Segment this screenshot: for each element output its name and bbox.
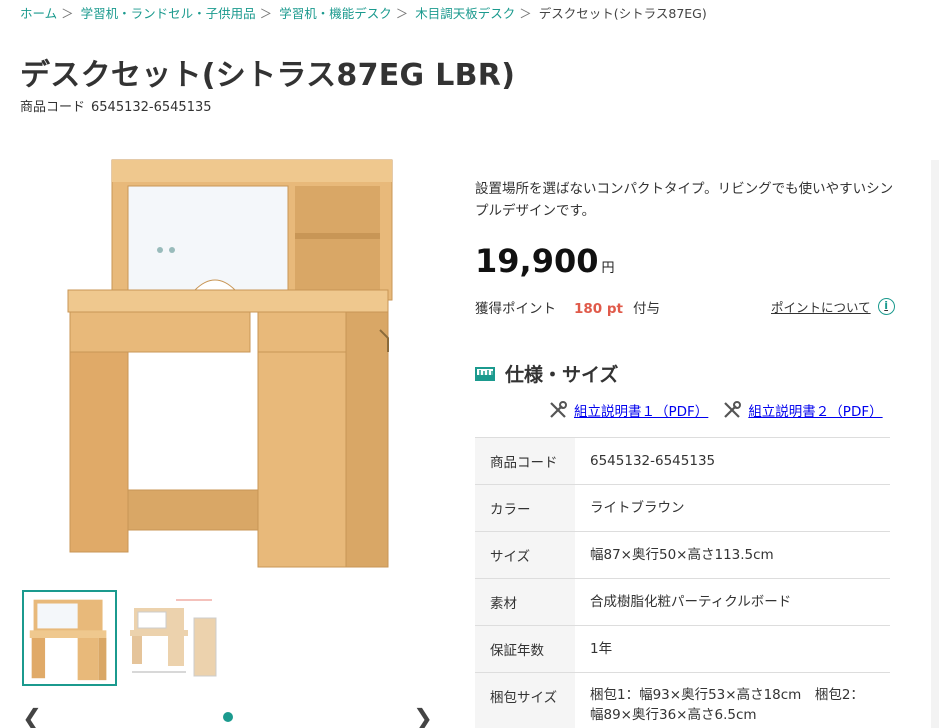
product-code-label: 商品コード	[20, 100, 86, 115]
points-label: 獲得ポイント	[475, 301, 556, 317]
breadcrumb-separator: ＞	[395, 6, 409, 21]
product-description: 設置場所を選ばないコンパクトタイプ。リビングでも使いやすいシンプルデザインです。	[475, 181, 894, 219]
spec-key: 素材	[475, 578, 575, 626]
table-row: サイズ 幅87×奥行50×高さ113.5cm	[475, 531, 890, 579]
breadcrumb-link-home[interactable]: ホーム	[20, 6, 57, 21]
spec-value: 合成樹脂化粧パーティクルボード	[575, 578, 890, 626]
tools-icon	[550, 401, 567, 418]
spec-value: 梱包1：幅93×奥行53×高さ18cm 梱包2：幅89×奥行36×高さ6.5cm	[575, 672, 890, 728]
page-title: デスクセット(シトラス87EG LBR)	[20, 58, 516, 93]
breadcrumb-separator: ＞	[519, 6, 532, 21]
points-about-link[interactable]: ポイントについて i	[771, 297, 895, 316]
chevron-left-icon[interactable]: ❮	[22, 704, 42, 728]
breadcrumb-link-function-desk[interactable]: 学習机・機能デスク	[279, 6, 392, 21]
spec-key: サイズ	[475, 531, 575, 579]
spec-key: 保証年数	[475, 625, 575, 673]
breadcrumb-separator: ＞	[259, 6, 273, 21]
spec-heading: 仕様・サイズ	[475, 360, 618, 387]
table-row: 素材 合成樹脂化粧パーティクルボード	[475, 578, 890, 626]
points-value: 180 pt	[574, 301, 623, 317]
price-value: 19,900	[475, 242, 599, 280]
manual-2-label: 組立説明書２（PDF）	[748, 404, 883, 420]
points-about-label: ポイントについて	[771, 300, 871, 315]
thumbnail-desk-photo[interactable]	[22, 590, 117, 686]
table-row: カラー ライトブラウン	[475, 484, 890, 532]
table-row: 保証年数 1年	[475, 625, 890, 673]
spec-table: 商品コード 6545132-6545135 カラー ライトブラウン サイズ 幅8…	[475, 437, 890, 728]
tools-icon	[724, 401, 742, 418]
carousel-dot-active[interactable]	[223, 712, 233, 722]
manual-2-link[interactable]: 組立説明書２（PDF）	[722, 400, 883, 420]
manual-links: 組立説明書１（PDF） 組立説明書２（PDF）	[548, 400, 897, 420]
chevron-right-icon[interactable]: ❯	[413, 704, 433, 728]
breadcrumb: ホーム＞学習机・ランドセル・子供用品＞学習机・機能デスク＞木目調天板デスク＞デス…	[20, 3, 707, 22]
ruler-icon	[475, 366, 495, 381]
product-main-image[interactable]	[40, 150, 420, 580]
breadcrumb-link-wood-desk[interactable]: 木目調天板デスク	[415, 6, 515, 21]
spec-value: 6545132-6545135	[575, 437, 890, 485]
spec-heading-text: 仕様・サイズ	[505, 364, 619, 386]
points-suffix: 付与	[633, 301, 660, 317]
thumbnail-size-diagram[interactable]	[126, 590, 221, 686]
breadcrumb-link-school-supplies[interactable]: 学習机・ランドセル・子供用品	[81, 6, 256, 21]
spec-value: ライトブラウン	[575, 484, 890, 532]
points-row: 獲得ポイント 180 pt 付与	[475, 297, 660, 317]
spec-value: 幅87×奥行50×高さ113.5cm	[575, 531, 890, 579]
table-row: 梱包サイズ 梱包1：幅93×奥行53×高さ18cm 梱包2：幅89×奥行36×高…	[475, 672, 890, 728]
manual-1-label: 組立説明書１（PDF）	[574, 404, 709, 420]
breadcrumb-current: デスクセット(シトラス87EG)	[538, 6, 707, 21]
product-code-line: 商品コード 6545132-6545135	[20, 96, 212, 115]
info-icon: i	[877, 298, 895, 315]
breadcrumb-separator: ＞	[61, 6, 74, 21]
spec-key: カラー	[475, 484, 575, 532]
spec-key: 梱包サイズ	[475, 672, 575, 728]
product-page: ホーム＞学習机・ランドセル・子供用品＞学習机・機能デスク＞木目調天板デスク＞デス…	[0, 0, 939, 728]
spec-value: 1年	[575, 625, 890, 673]
product-code-value: 6545132-6545135	[91, 100, 212, 115]
price: 19,900 円	[475, 242, 615, 280]
manual-1-link[interactable]: 組立説明書１（PDF）	[548, 400, 708, 420]
table-row: 商品コード 6545132-6545135	[475, 437, 890, 485]
spec-key: 商品コード	[475, 437, 575, 485]
price-currency: 円	[601, 261, 615, 276]
scroll-edge	[931, 160, 939, 728]
